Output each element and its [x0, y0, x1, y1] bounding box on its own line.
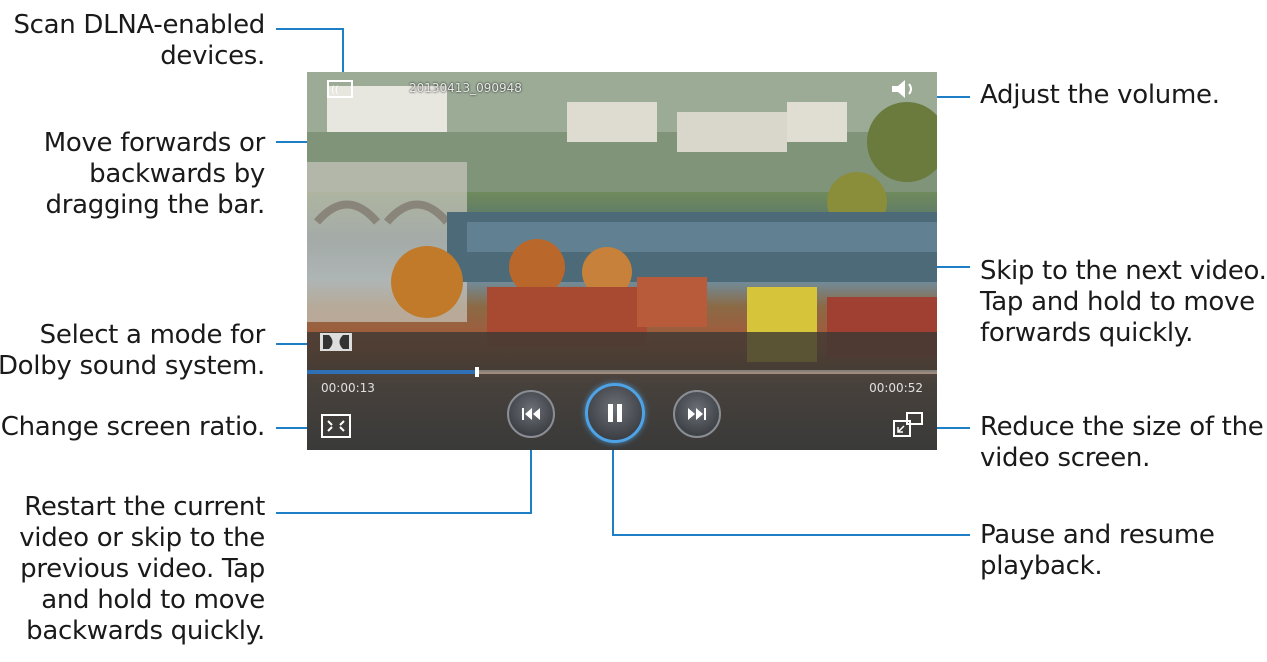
popup-player-icon[interactable]: [893, 412, 923, 438]
seek-bar-progress: [307, 370, 478, 374]
screen-ratio-icon[interactable]: [321, 414, 351, 438]
dolby-icon[interactable]: [319, 332, 353, 352]
callout-pause: Pause and resume playback.: [980, 520, 1215, 581]
callout-next: Skip to the next video. Tap and hold to …: [980, 256, 1267, 348]
leader-line-dlna: [276, 28, 344, 30]
callout-popup: Reduce the size of the video screen.: [980, 412, 1264, 473]
callout-dolby: Select a mode for Dolby sound system.: [0, 320, 265, 381]
rewind-previous-icon: [522, 408, 540, 420]
svg-text:((: ((: [331, 85, 339, 96]
elapsed-time: 00:00:13: [321, 381, 375, 395]
callout-dlna: Scan DLNA-enabled devices.: [13, 10, 265, 71]
next-button[interactable]: [673, 390, 721, 438]
seek-bar-thumb[interactable]: [475, 367, 480, 377]
leader-line-previous: [276, 512, 532, 514]
callout-volume: Adjust the volume.: [980, 80, 1220, 110]
seek-bar[interactable]: [307, 367, 937, 377]
pause-button[interactable]: [585, 383, 645, 443]
callout-previous: Restart the current video or skip to the…: [19, 492, 265, 646]
previous-button[interactable]: [507, 390, 555, 438]
callout-seek-bar: Move forwards or backwards by dragging t…: [43, 128, 266, 220]
volume-icon[interactable]: [889, 78, 919, 100]
video-player-screen[interactable]: (( 20130413_090948 00:00:13 00:00:52: [307, 72, 937, 450]
leader-line-pause-v: [612, 438, 614, 536]
video-filename: 20130413_090948: [409, 81, 522, 95]
callout-screen-ratio: Change screen ratio.: [0, 412, 266, 442]
total-time: 00:00:52: [869, 381, 923, 395]
pause-icon: [608, 404, 622, 422]
fast-forward-next-icon: [688, 408, 706, 420]
leader-line-pause: [612, 534, 970, 536]
dlna-scan-icon[interactable]: ((: [327, 80, 353, 98]
